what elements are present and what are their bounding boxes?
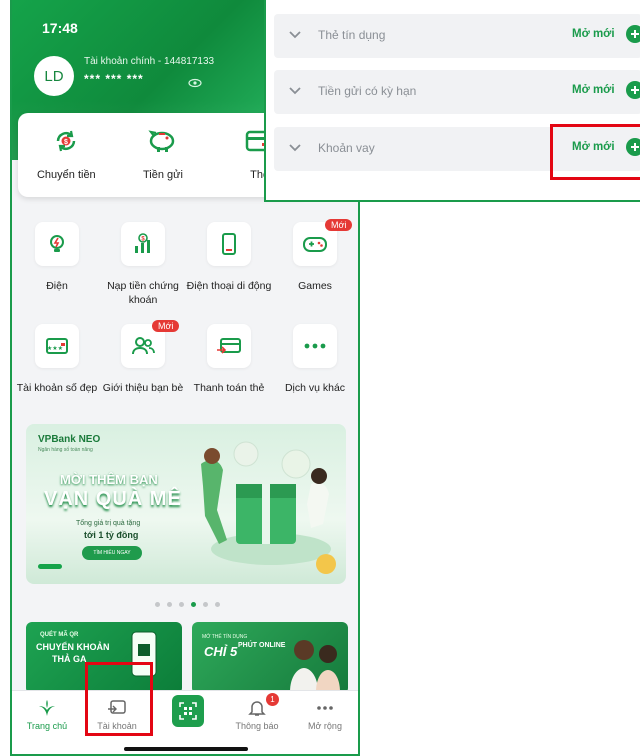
transfer-icon: $: [57, 130, 76, 152]
nice-number-icon: ★★★: [46, 338, 68, 354]
promo-line: MỞ THẺ TÍN DỤNG: [202, 634, 248, 640]
tab-notifications[interactable]: 1 Thông báo: [222, 691, 292, 731]
promo-line: QUÉT MÃ QR: [40, 632, 79, 638]
plus-circle-icon[interactable]: [626, 25, 640, 43]
more-services-icon: [304, 343, 326, 349]
home-indicator: [124, 747, 248, 751]
service-icon-box: ★★★: [35, 324, 79, 368]
product-row-term-deposit[interactable]: Tiền gửi có kỳ hạn Mở mới: [274, 70, 640, 114]
masked-balance: *** *** ***: [84, 72, 144, 86]
promo-banner[interactable]: VPBank NEO Ngân hàng số toàn năng MỜI TH…: [26, 424, 346, 584]
service-icon-box: [35, 222, 79, 266]
product-title: Tiền gửi có kỳ hạn: [318, 84, 417, 98]
product-title: Khoản vay: [318, 141, 375, 155]
carousel-dot[interactable]: [166, 602, 172, 607]
electricity-icon: [50, 235, 64, 252]
svg-text:★★★: ★★★: [47, 345, 63, 352]
bell-icon: [248, 701, 266, 716]
banner-headline-2: VẠN QUÀ MÊ: [44, 488, 182, 510]
service-icon-box: [207, 222, 251, 266]
banner-amount: tới 1 tỷ đồng: [84, 530, 139, 540]
chevron-down-icon: [289, 87, 301, 95]
service-icon-box: $: [121, 222, 165, 266]
account-name: Tài khoản chính - 144817133: [84, 56, 215, 67]
mobile-phone-icon: [222, 233, 236, 255]
service-label: Nạp tiền chứng khoán: [107, 280, 179, 306]
qr-scan-icon: [179, 702, 197, 720]
carousel-dot[interactable]: [154, 602, 160, 607]
service-icon-box: [207, 324, 251, 368]
banner-brand: VPBank NEO: [38, 434, 101, 445]
more-icon: [317, 706, 333, 710]
chevron-down-icon: [289, 31, 301, 39]
eye-icon[interactable]: [188, 78, 202, 88]
stock-topup-icon: $: [135, 233, 150, 253]
carousel-dot[interactable]: [202, 602, 208, 607]
banner-caption: Tổng giá trị quà tặng: [76, 520, 141, 527]
service-label: Điện thoại di động: [186, 280, 272, 292]
tab-home[interactable]: Trang chủ: [12, 691, 82, 731]
new-badge: Mới: [152, 320, 180, 332]
svg-text:$: $: [64, 139, 68, 146]
carousel-dots: [12, 602, 358, 607]
tab-label: Trang chủ: [26, 721, 68, 731]
notification-count-badge: 1: [266, 693, 279, 706]
screen: 17:48 LD Tài khoản chính - 144817133 ***…: [0, 0, 640, 756]
tab-more[interactable]: Mở rộng: [290, 691, 358, 731]
status-time: 17:48: [42, 20, 78, 36]
open-new-button[interactable]: Mở mới: [572, 84, 615, 96]
avatar[interactable]: LD: [34, 56, 74, 96]
service-label: Thanh toán thẻ: [193, 382, 265, 394]
service-label: Games: [298, 280, 332, 292]
quick-action-label: Chuyển tiền: [36, 169, 96, 181]
refer-friends-icon: [132, 337, 155, 355]
service-mobile-phone[interactable]: Điện thoại di động: [186, 222, 272, 293]
service-label: Giới thiệu bạn bè: [102, 382, 184, 394]
banner-cta-button[interactable]: TÌM HIỂU NGAY: [82, 546, 142, 560]
service-games[interactable]: Games: [272, 222, 358, 293]
service-stock-topup[interactable]: $ Nạp tiền chứng khoán: [100, 222, 186, 307]
product-row-credit-card[interactable]: Thẻ tín dụng Mở mới: [274, 14, 640, 58]
card-payment-icon: [217, 338, 241, 354]
banner-headline-1: MỜI THÊM BẠN: [60, 472, 158, 487]
highlight-box-account-tab: [85, 662, 153, 736]
tab-label: Thông báo: [235, 721, 279, 731]
service-electricity[interactable]: Điện: [14, 222, 100, 293]
service-card-payment[interactable]: Thanh toán thẻ: [186, 324, 272, 395]
quick-action-label: Tiền gửi: [142, 169, 183, 181]
quick-action-deposit[interactable]: Tiền gửi: [118, 127, 208, 197]
tab-qr-scan[interactable]: [172, 695, 204, 727]
service-more[interactable]: Dịch vụ khác: [272, 324, 358, 395]
promo-line: PHÚT ONLINE: [238, 642, 286, 649]
promo-line: CHUYỂN KHOẢN: [36, 642, 110, 652]
quick-action-transfer[interactable]: $ Chuyển tiền: [21, 127, 111, 197]
carousel-dot[interactable]: [190, 602, 196, 607]
service-nice-number[interactable]: ★★★ Tài khoản số đẹp: [14, 324, 100, 395]
home-icon: [39, 700, 55, 716]
people-illustration: [290, 640, 340, 692]
carousel-dot[interactable]: [178, 602, 184, 607]
promo-line: THẢ GA: [52, 654, 87, 664]
banner-illustration: [201, 441, 336, 574]
promo-line: CHỈ 5: [204, 644, 238, 659]
new-badge: Mới: [325, 219, 353, 231]
service-label: Dịch vụ khác: [284, 382, 346, 394]
open-product-panel: Thẻ tín dụng Mở mới Tiền gửi có kỳ hạn M…: [264, 0, 640, 202]
promo-tile-credit-card[interactable]: MỞ THẺ TÍN DỤNG CHỈ 5 PHÚT ONLINE: [192, 622, 348, 694]
service-refer-friends[interactable]: Giới thiệu bạn bè: [100, 324, 186, 395]
banner-decor-bar: [38, 564, 62, 569]
service-label: Tài khoản số đẹp: [16, 382, 98, 394]
plus-circle-icon[interactable]: [626, 81, 640, 99]
banner-brand-subtitle: Ngân hàng số toàn năng: [38, 447, 93, 453]
piggy-bank-icon: [148, 130, 175, 152]
gamepad-icon: [303, 237, 327, 252]
chevron-down-icon: [289, 144, 301, 152]
service-icon-box: [293, 324, 337, 368]
carousel-dot[interactable]: [214, 602, 220, 607]
product-title: Thẻ tín dụng: [318, 28, 386, 42]
open-new-button[interactable]: Mở mới: [572, 28, 615, 40]
highlight-box-loan-open: [550, 124, 640, 180]
tab-label: Mở rộng: [308, 721, 342, 731]
service-label: Điện: [46, 280, 68, 292]
